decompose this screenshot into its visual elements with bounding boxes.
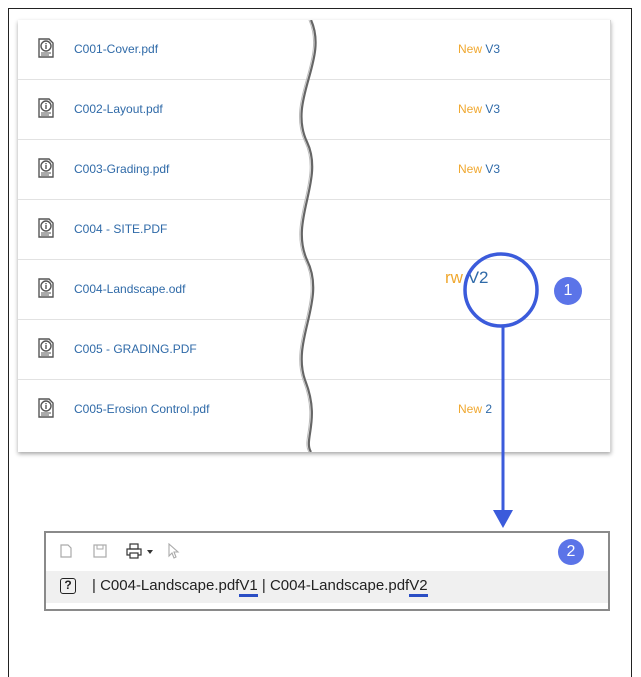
new-badge: New xyxy=(458,402,483,416)
document-info-icon[interactable] xyxy=(34,336,58,360)
file-name-link[interactable]: C003-Grading.pdf xyxy=(74,162,169,176)
version-label[interactable]: New 2 xyxy=(458,402,492,416)
file-a-version: V1 xyxy=(239,577,258,597)
compare-title: | C004-Landscape.pdfV1 | C004-Landscape.… xyxy=(92,577,428,597)
new-document-icon[interactable] xyxy=(58,543,74,559)
new-badge: New xyxy=(458,42,483,56)
version-number[interactable]: V3 xyxy=(485,162,500,176)
new-badge: rw xyxy=(445,268,463,287)
file-name-link[interactable]: C004-Landscape.odf xyxy=(74,282,185,296)
torn-edge-divider xyxy=(299,20,317,452)
file-name-link[interactable]: C005-Erosion Control.pdf xyxy=(74,402,209,416)
version-label[interactable]: New V3 xyxy=(458,162,500,176)
version-number[interactable]: V3 xyxy=(485,102,500,116)
new-badge: New xyxy=(458,102,483,116)
highlighted-version-label[interactable]: rw V2 xyxy=(445,268,489,288)
document-info-icon[interactable] xyxy=(34,396,58,420)
file-name-link[interactable]: C004 - SITE.PDF xyxy=(74,222,167,236)
file-name-link[interactable]: C001-Cover.pdf xyxy=(74,42,158,56)
save-icon[interactable] xyxy=(92,543,108,559)
file-b-name: C004-Landscape.pdf xyxy=(269,577,410,594)
version-number[interactable]: 2 xyxy=(485,402,492,416)
document-info-icon[interactable] xyxy=(34,156,58,180)
viewer-toolbar: 2 xyxy=(46,533,608,571)
select-pointer-icon[interactable] xyxy=(166,543,182,559)
file-name-link[interactable]: C002-Layout.pdf xyxy=(74,102,163,116)
title-mid-separator: | xyxy=(257,577,270,594)
new-badge: New xyxy=(458,162,483,176)
version-label[interactable]: New V3 xyxy=(458,102,500,116)
file-b-version: V2 xyxy=(409,577,428,597)
callout-badge-2: 2 xyxy=(558,539,584,565)
print-icon[interactable] xyxy=(126,543,142,559)
version-label[interactable]: New V3 xyxy=(458,42,500,56)
version-number[interactable]: V2 xyxy=(468,268,489,287)
help-icon[interactable]: ? xyxy=(60,578,76,594)
title-separator: | xyxy=(92,577,96,594)
chevron-down-icon[interactable] xyxy=(146,543,154,559)
document-info-icon[interactable] xyxy=(34,276,58,300)
file-name-link[interactable]: C005 - GRADING.PDF xyxy=(74,342,197,356)
document-info-icon[interactable] xyxy=(34,96,58,120)
document-info-icon[interactable] xyxy=(34,36,58,60)
document-viewer-panel: 2 ? | C004-Landscape.pdfV1 | C004-Landsc… xyxy=(44,531,610,611)
version-number[interactable]: V3 xyxy=(485,42,500,56)
file-a-name: C004-Landscape.pdf xyxy=(100,577,240,594)
viewer-title-bar: ? | C004-Landscape.pdfV1 | C004-Landscap… xyxy=(46,571,608,603)
document-info-icon[interactable] xyxy=(34,216,58,240)
callout-badge-1: 1 xyxy=(554,277,582,305)
